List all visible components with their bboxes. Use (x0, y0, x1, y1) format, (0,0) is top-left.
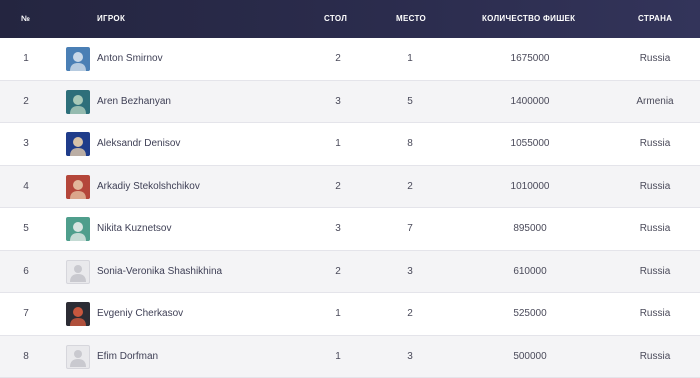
seat-number: 5 (407, 95, 413, 107)
header-country: СТРАНА (638, 14, 673, 23)
player-avatar[interactable] (66, 89, 90, 114)
chip-count: 895000 (513, 223, 547, 234)
table-row[interactable]: 7 Evgeniy Cherkasov 1 2 525000 Russia (0, 293, 700, 336)
header-seat: МЕСТО (396, 14, 426, 23)
header-num: № (21, 14, 31, 23)
chip-count: 525000 (513, 308, 547, 319)
player-name-link[interactable]: Arkadiy Stekolshchikov (97, 166, 200, 208)
chip-count: 610000 (513, 265, 547, 277)
table-row[interactable]: 1 Anton Smirnov 2 1 1675000 Russia (0, 38, 700, 81)
table-row[interactable]: 2 Aren Bezhanyan 3 5 1400000 Armenia (0, 80, 700, 123)
player-name-link[interactable]: Efim Dorfman (97, 336, 158, 378)
player-country: Russia (639, 180, 671, 192)
table-row[interactable]: 5 Nikita Kuznetsov 3 7 895000 Russia (0, 208, 700, 251)
table-number: 1 (335, 350, 341, 362)
table-body: 1 Anton Smirnov 2 1 1675000 Russia 2 Aren Bezha… (0, 38, 700, 378)
player-country: Armenia (636, 95, 674, 107)
avatar-placeholder-icon[interactable] (66, 344, 90, 369)
header-player: ИГРОК (97, 14, 126, 23)
table-number: 1 (335, 138, 341, 149)
table-number: 3 (335, 223, 341, 234)
chip-count: 1055000 (510, 138, 550, 149)
player-name-link[interactable]: Sonia-Veronika Shashikhina (97, 251, 222, 293)
player-avatar[interactable] (66, 302, 90, 326)
player-avatar[interactable] (66, 132, 90, 156)
table-number: 1 (335, 308, 341, 319)
chip-count: 1400000 (510, 95, 550, 107)
player-avatar[interactable] (66, 217, 90, 241)
seat-number: 8 (407, 138, 413, 149)
row-number: 4 (23, 180, 29, 192)
table-row[interactable]: 3 Aleksandr Denisov 1 8 1055000 Russia (0, 123, 700, 166)
table-row[interactable]: 6 Sonia-Veronika Shashikhina 2 3 610000 Russi… (0, 250, 700, 293)
row-number: 8 (23, 350, 29, 362)
player-country: Russia (639, 53, 671, 64)
table-number: 2 (335, 265, 341, 277)
row-number: 6 (23, 265, 29, 277)
chip-count: 500000 (513, 350, 547, 362)
seat-number: 2 (407, 180, 413, 192)
header-chips: КОЛИЧЕСТВО ФИШЕК (482, 14, 576, 23)
seat-number: 7 (407, 223, 413, 234)
player-country: Russia (639, 138, 671, 149)
chip-count: 1010000 (510, 180, 550, 192)
player-name-link[interactable]: Evgeniy Cherkasov (97, 293, 183, 335)
header-table: СТОЛ (324, 14, 348, 23)
table-number: 2 (335, 53, 341, 64)
player-country: Russia (639, 265, 671, 277)
row-number: 7 (23, 308, 29, 319)
seat-number: 3 (407, 350, 413, 362)
player-name-link[interactable]: Aleksandr Denisov (97, 123, 180, 165)
player-country: Russia (639, 350, 671, 362)
row-number: 2 (23, 95, 29, 107)
table-header: № ИГРОК СТОЛ МЕСТО КОЛИЧЕСТВО ФИШЕК СТРА… (0, 0, 700, 38)
player-name-link[interactable]: Nikita Kuznetsov (97, 208, 171, 250)
player-avatar[interactable] (66, 174, 90, 199)
seat-number: 2 (407, 308, 413, 319)
table-row[interactable]: 4 Arkadiy Stekolshchikov 2 2 1010000 Russia (0, 165, 700, 208)
row-number: 5 (23, 223, 29, 234)
row-number: 3 (23, 138, 29, 149)
avatar-placeholder-icon[interactable] (66, 259, 90, 284)
player-name-link[interactable]: Aren Bezhanyan (97, 81, 171, 123)
player-name-link[interactable]: Anton Smirnov (97, 38, 163, 80)
player-country: Russia (639, 223, 671, 234)
player-avatar[interactable] (66, 47, 90, 71)
table-row[interactable]: 8 Efim Dorfman 1 3 500000 Russia (0, 335, 700, 378)
table-number: 2 (335, 180, 341, 192)
player-country: Russia (639, 308, 671, 319)
chip-count: 1675000 (510, 53, 550, 64)
seat-number: 1 (407, 53, 413, 64)
row-number: 1 (23, 53, 29, 64)
players-table: № ИГРОК СТОЛ МЕСТО КОЛИЧЕСТВО ФИШЕК СТРА… (0, 0, 700, 378)
table-number: 3 (335, 95, 341, 107)
seat-number: 3 (407, 265, 413, 277)
